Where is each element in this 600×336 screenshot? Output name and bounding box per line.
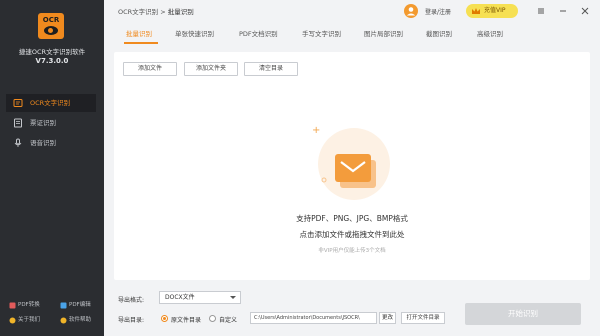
link-about[interactable]: 关于我们 <box>9 316 40 325</box>
tab-single-quick[interactable]: 单张快速识别 <box>175 28 214 38</box>
link-help[interactable]: 软件帮助 <box>60 316 91 325</box>
minimize-icon[interactable] <box>558 6 568 16</box>
format-value: DOCX文件 <box>165 294 195 301</box>
sidebar-item-ocr[interactable]: OCR文字识别 <box>6 94 96 112</box>
breadcrumb: OCR文字识别 > 批量识别 <box>118 6 194 16</box>
pdf-convert-icon <box>9 302 16 309</box>
breadcrumb-separator: > <box>160 8 166 16</box>
tab-image-region[interactable]: 图片局部识别 <box>364 28 403 38</box>
login-link[interactable]: 登录/注册 <box>425 7 451 16</box>
sidebar-item-ticket[interactable]: 票证识别 <box>6 114 96 132</box>
link-label: PDF转换 <box>18 302 40 308</box>
chevron-down-icon <box>230 296 236 299</box>
format-label: 导出格式: <box>118 297 145 304</box>
folder-upload-icon: + <box>312 125 390 200</box>
open-dir-button[interactable]: 打开文件目录 <box>401 312 445 324</box>
breadcrumb-current: 批量识别 <box>167 8 194 16</box>
sidebar: OCR 捷速OCR文字识别软件 V7.3.0.0 OCR文字识别 票证识别 语音… <box>0 0 104 336</box>
active-tab-indicator <box>124 42 158 44</box>
dropzone-instruction: 点击添加文件或拖拽文件到此处 <box>299 230 405 239</box>
crown-icon <box>472 8 480 14</box>
link-pdf-edit[interactable]: PDF编辑 <box>60 301 91 310</box>
dropzone-illustration[interactable]: + <box>310 122 394 204</box>
add-file-button[interactable]: 添加文件 <box>123 62 177 76</box>
radio-source-dir[interactable] <box>161 315 168 322</box>
link-label: 软件帮助 <box>69 317 92 323</box>
link-pdf-convert[interactable]: PDF转换 <box>9 301 40 310</box>
info-icon <box>9 317 16 324</box>
close-icon[interactable] <box>580 6 590 16</box>
microphone-icon <box>14 138 22 147</box>
svg-text:+: + <box>312 125 320 136</box>
tab-bar: 批量识别 单张快速识别 PDF文档识别 手写文字识别 图片局部识别 截图识别 高… <box>114 22 598 44</box>
help-icon <box>60 317 67 324</box>
link-label: PDF编辑 <box>69 302 91 308</box>
pdf-edit-icon <box>60 302 67 309</box>
tab-batch[interactable]: 批量识别 <box>126 28 152 38</box>
logo-text: OCR <box>42 16 60 24</box>
start-recognition-button[interactable]: 开始识别 <box>465 303 581 325</box>
file-panel: 添加文件 添加文件夹 清空目录 + 支持PDF、PNG、JPG、BMP格式 点击… <box>114 52 590 280</box>
sidebar-item-label: 语音识别 <box>30 139 56 147</box>
dropzone-hint: 非VIP用户仅能上传3个文档 <box>318 248 386 254</box>
avatar[interactable] <box>404 4 418 18</box>
app-version: V7.3.0.0 <box>35 57 69 65</box>
eye-icon <box>44 26 58 35</box>
format-select[interactable]: DOCX文件 <box>159 291 241 304</box>
output-path-field[interactable]: C:\Users\Administrator\Documents\JSOCR\ <box>250 312 377 324</box>
change-dir-button[interactable]: 更改 <box>379 312 396 324</box>
tab-pdf[interactable]: PDF文档识别 <box>239 28 278 38</box>
radio-custom-label[interactable]: 自定义 <box>219 315 237 324</box>
image-text-icon <box>13 99 23 107</box>
tab-handwriting[interactable]: 手写文字识别 <box>302 28 341 38</box>
sidebar-item-label: OCR文字识别 <box>30 99 71 107</box>
title-bar: OCR文字识别 > 批量识别 登录/注册 充值VIP <box>104 0 600 22</box>
app-logo: OCR <box>38 13 64 39</box>
dropzone-formats: 支持PDF、PNG、JPG、BMP格式 <box>296 214 408 223</box>
radio-custom-dir[interactable] <box>209 315 216 322</box>
sidebar-item-label: 票证识别 <box>30 119 56 127</box>
tab-advanced[interactable]: 高级识别 <box>477 28 503 38</box>
link-label: 关于我们 <box>18 317 41 323</box>
menu-icon[interactable] <box>536 6 546 16</box>
directory-label: 导出目录: <box>118 317 145 324</box>
add-folder-button[interactable]: 添加文件夹 <box>184 62 238 76</box>
radio-source-label[interactable]: 原文件目录 <box>171 315 201 324</box>
vip-button[interactable]: 充值VIP <box>466 4 518 18</box>
breadcrumb-root[interactable]: OCR文字识别 <box>118 8 158 16</box>
app-name: 捷速OCR文字识别软件 <box>18 48 86 56</box>
ticket-icon <box>14 118 22 128</box>
clear-list-button[interactable]: 清空目录 <box>244 62 298 76</box>
tab-screenshot[interactable]: 截图识别 <box>426 28 452 38</box>
vip-label: 充值VIP <box>484 7 506 14</box>
user-icon <box>406 7 416 16</box>
sidebar-item-voice[interactable]: 语音识别 <box>6 134 96 152</box>
